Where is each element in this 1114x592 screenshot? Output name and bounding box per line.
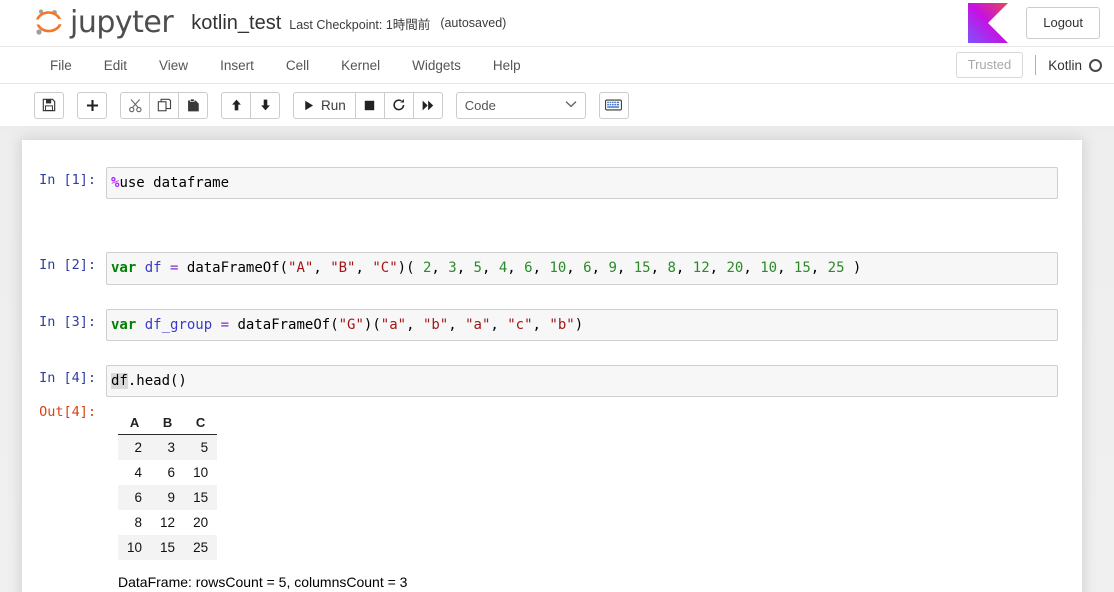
notebook-container: In [1]: %use dataframe In [2]: var df = … [22, 162, 1082, 590]
kernel-idle-circle-icon [1089, 58, 1102, 72]
code-editor[interactable]: df.head() [106, 364, 1058, 398]
table-cell: 6 [167, 465, 176, 481]
restart-kernel-button[interactable] [383, 91, 414, 119]
table-cell: 20 [193, 515, 209, 531]
table-cell: 9 [167, 490, 176, 506]
cell-type-value: Code [464, 97, 496, 113]
header-right-group: Logout [966, 1, 1100, 45]
dataframe-summary-text: DataFrame: rowsCount = 5, columnsCount =… [118, 574, 408, 591]
menu-cell[interactable]: Cell [270, 47, 325, 83]
dataframe-output: A B C 2 3 5 4 6 10 6 9 15 8 12 20 10 15 … [106, 402, 1058, 590]
page-header: jupyter kotlin_test Last Checkpoint: 1時間… [0, 0, 1114, 46]
menu-bar: File Edit View Insert Cell Kernel Widget… [0, 46, 1114, 84]
table-row: 8 12 20 [118, 510, 218, 536]
code-editor[interactable]: %use dataframe [106, 167, 1058, 200]
notebook-toolbar: Run Code [0, 84, 1114, 126]
logout-button[interactable]: Logout [1026, 6, 1100, 40]
toolbar-group-insert [77, 91, 107, 119]
table-header-row: A B C [118, 412, 218, 436]
autosaved-label: (autosaved) [440, 16, 507, 30]
kotlin-logo-icon [966, 1, 1010, 45]
last-checkpoint-label: Last Checkpoint: 1時間前 [289, 17, 431, 32]
code-cell-3[interactable]: In [3]: var df_group = dataFrameOf("G")(… [22, 304, 1082, 346]
menu-kernel[interactable]: Kernel [325, 47, 396, 83]
toolbar-group-clipboard [120, 91, 208, 119]
table-cell: 10 [127, 540, 143, 556]
output-prompt: Out[4]: [39, 404, 96, 421]
move-cell-down-button[interactable] [250, 91, 280, 119]
menu-file[interactable]: File [34, 47, 88, 83]
table-cell: 3 [167, 440, 176, 456]
chevron-down-icon [565, 99, 577, 111]
cut-cell-button[interactable] [120, 91, 150, 119]
save-button[interactable] [34, 91, 64, 119]
run-cell-button[interactable]: Run [293, 91, 356, 119]
table-row: 2 3 5 [118, 434, 218, 461]
toolbar-group-move [221, 91, 280, 119]
code-cell-2[interactable]: In [2]: var df = dataFrameOf("A", "B", "… [22, 247, 1082, 289]
table-cell: 6 [134, 490, 143, 506]
table-row: 4 6 10 [118, 460, 218, 486]
code-editor[interactable]: var df_group = dataFrameOf("G")("a", "b"… [106, 308, 1058, 341]
table-cell: 5 [200, 440, 209, 456]
table-cell: 15 [193, 490, 209, 506]
dataframe-table: A B C 2 3 5 4 6 10 6 9 15 8 12 20 10 15 … [118, 412, 218, 561]
menu-help[interactable]: Help [477, 47, 537, 83]
notebook-site: In [1]: %use dataframe In [2]: var df = … [0, 126, 1114, 592]
menu-insert[interactable]: Insert [204, 47, 270, 83]
move-cell-up-button[interactable] [221, 91, 251, 119]
code-editor[interactable]: var df = dataFrameOf("A", "B", "C")( 2, … [106, 252, 1058, 285]
toolbar-group-run: Run [293, 91, 443, 119]
column-header: B [151, 412, 185, 436]
table-cell: 10 [193, 465, 209, 481]
table-cell: 12 [160, 515, 176, 531]
kernel-indicator-group: Kotlin [1035, 55, 1102, 75]
column-header: C [184, 412, 218, 436]
open-command-palette-button[interactable] [598, 91, 629, 119]
cell-type-select[interactable]: Code [455, 91, 586, 119]
menu-widgets[interactable]: Widgets [396, 47, 477, 83]
run-button-label: Run [321, 97, 346, 113]
column-header: A [118, 412, 152, 436]
input-prompt[interactable]: In [3]: [22, 309, 106, 330]
table-row: 10 15 25 [118, 535, 218, 561]
cell-output-area: Out[4]: A B C 2 3 5 4 6 10 6 9 15 8 12 2… [22, 402, 1082, 590]
input-prompt[interactable]: In [1]: [22, 167, 106, 188]
input-prompt[interactable]: In [4]: [22, 365, 106, 386]
notebook-title[interactable]: kotlin_test [191, 12, 281, 35]
copy-cell-button[interactable] [149, 91, 179, 119]
trusted-badge[interactable]: Trusted [955, 52, 1024, 78]
code-cell-1[interactable]: In [1]: %use dataframe [22, 162, 1082, 204]
table-cell: 15 [160, 540, 176, 556]
table-row: 6 9 15 [118, 485, 218, 511]
jupyter-logo-icon[interactable] [30, 6, 68, 40]
toolbar-group-save [34, 91, 64, 119]
interrupt-kernel-button[interactable] [354, 91, 385, 119]
table-cell: 8 [134, 515, 143, 531]
input-prompt[interactable]: In [2]: [22, 252, 106, 273]
table-body: 2 3 5 4 6 10 6 9 15 8 12 20 10 15 25 [118, 434, 218, 561]
code-cell-4[interactable]: In [4]: df.head() [22, 360, 1082, 402]
toolbar-group-palette [598, 91, 629, 119]
brand-name[interactable]: jupyter [70, 8, 174, 38]
table-cell: 25 [193, 540, 209, 556]
table-cell: 2 [134, 440, 143, 456]
insert-cell-below-button[interactable] [77, 91, 107, 119]
menubar-right-group: Trusted Kotlin [955, 47, 1102, 83]
kernel-name-label: Kotlin [1048, 57, 1082, 73]
menu-view[interactable]: View [143, 47, 204, 83]
menu-edit[interactable]: Edit [88, 47, 143, 83]
paste-cell-button[interactable] [178, 91, 208, 119]
table-cell: 4 [134, 465, 143, 481]
restart-and-run-all-button[interactable] [412, 91, 443, 119]
notebook-page: In [1]: %use dataframe In [2]: var df = … [22, 140, 1082, 592]
